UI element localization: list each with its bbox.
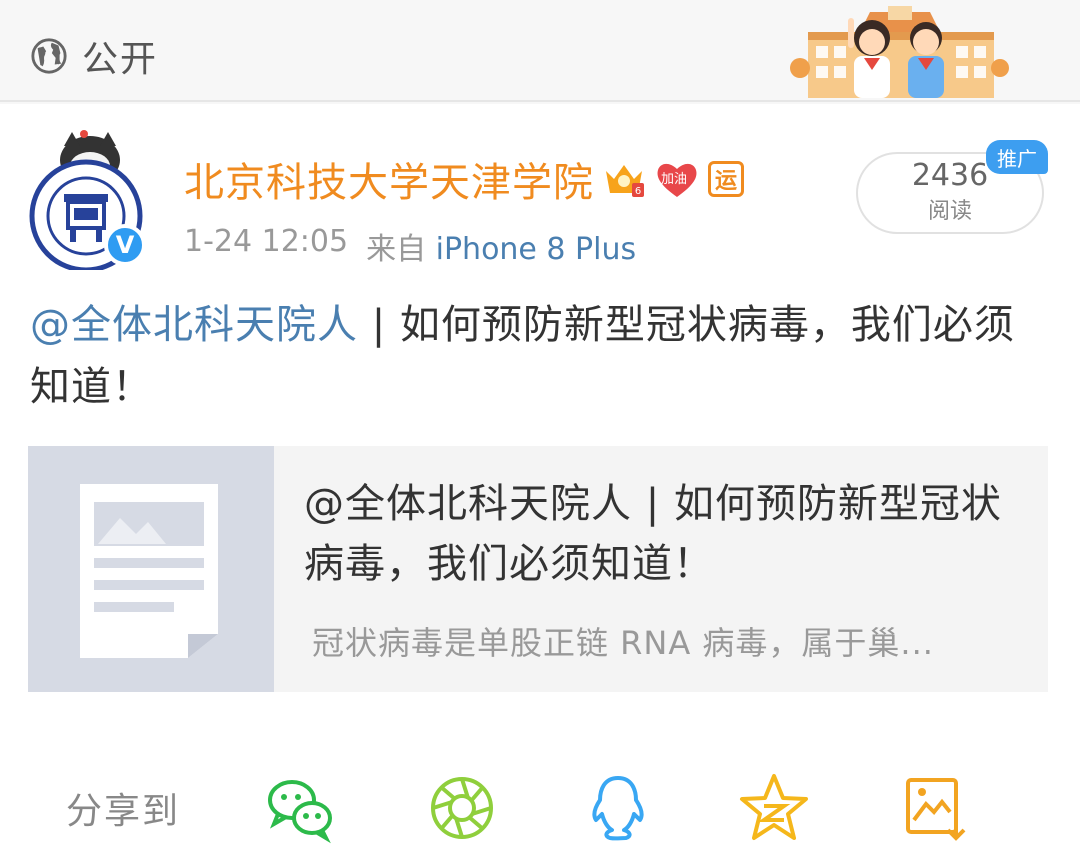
mention-link[interactable]: @全体北科天院人 [30, 302, 358, 348]
cheer-heart-icon[interactable]: 加油 [654, 159, 700, 199]
svg-text:6: 6 [635, 186, 641, 197]
article-document-icon [80, 484, 218, 658]
top-bar: 公开 [0, 0, 1080, 102]
visibility-selector[interactable]: 公开 [30, 30, 158, 82]
author-row: 北京科技大学天津学院 6 加油 运 [184, 150, 744, 208]
qq-icon[interactable] [582, 772, 654, 844]
globe-icon [31, 38, 67, 74]
wechat-icon[interactable] [264, 772, 336, 844]
post-meta: 1-24 12:05 来自 iPhone 8 Plus [184, 224, 636, 268]
link-thumbnail [28, 446, 274, 692]
moments-icon[interactable] [426, 772, 498, 844]
device-name[interactable]: iPhone 8 Plus [436, 232, 637, 267]
save-image-icon[interactable] [900, 772, 972, 844]
share-row: 分享到 [0, 764, 1080, 858]
read-label: 阅读 [927, 199, 972, 224]
post-time: 1-24 12:05 [184, 224, 349, 259]
school-children-illustration [790, 6, 1009, 98]
vip-crown-icon[interactable]: 6 [602, 157, 646, 201]
share-label: 分享到 [66, 791, 181, 832]
link-description: 冠状病毒是单股正链 RNA 病毒，属于巢... [312, 624, 934, 662]
verified-v-badge: V [104, 224, 146, 266]
post-card: V 北京科技大学天津学院 6 加油 运 1-24 12:05 来自 iPhone… [0, 104, 1080, 858]
source-prefix: 来自 [366, 232, 427, 267]
link-title: @全体北科天院人 | 如何预防新型冠状病毒，我们必须知道！ [304, 481, 1002, 587]
author-name[interactable]: 北京科技大学天津学院 [184, 150, 594, 208]
post-body: @全体北科天院人 | 如何预防新型冠状病毒，我们必须知道！ [30, 294, 1040, 418]
promo-tag: 推广 [986, 140, 1048, 174]
yun-badge-icon[interactable]: 运 [708, 161, 744, 197]
cheer-text: 加油 [661, 172, 688, 187]
visibility-label: 公开 [82, 39, 159, 80]
qzone-icon[interactable] [738, 772, 810, 844]
article-link-card[interactable]: @全体北科天院人 | 如何预防新型冠状病毒，我们必须知道！ 冠状病毒是单股正链 … [28, 446, 1048, 692]
